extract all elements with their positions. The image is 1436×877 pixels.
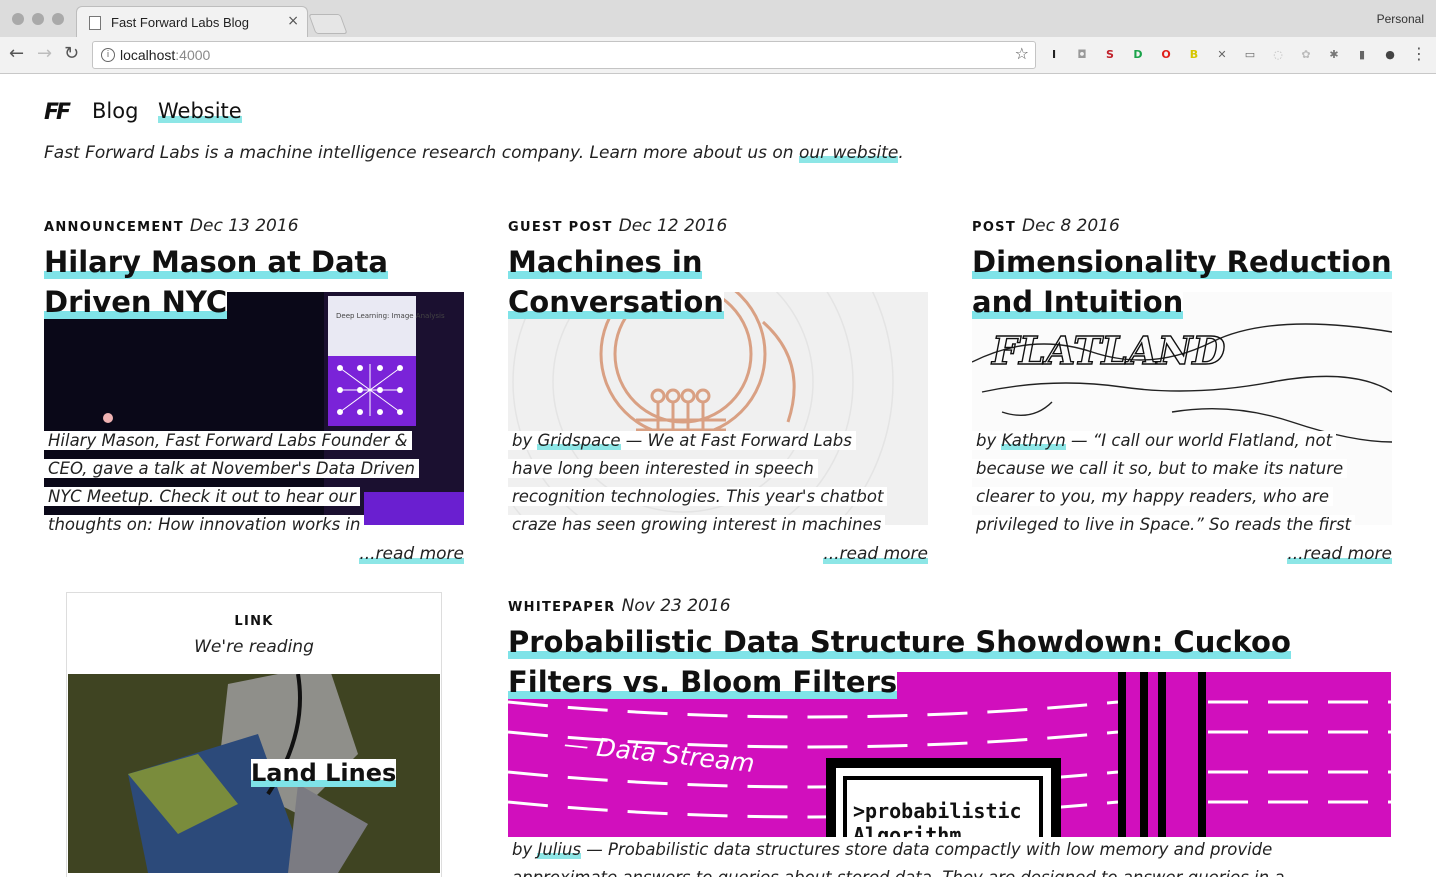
- post-title[interactable]: Probabilistic Data Structure Showdown: C…: [508, 622, 1398, 702]
- pdf-icon[interactable]: ▮: [1354, 47, 1370, 63]
- url-host: localhost: [120, 47, 176, 63]
- opera-icon[interactable]: O: [1158, 47, 1174, 63]
- by-label: by: [512, 840, 538, 859]
- instapaper-icon[interactable]: I: [1046, 47, 1062, 63]
- chrome-menu-icon[interactable]: ⋮: [1411, 44, 1427, 63]
- nav-blog-link[interactable]: Blog: [92, 99, 138, 123]
- author-link[interactable]: Kathryn: [1001, 431, 1066, 450]
- post-title[interactable]: Machines in Conversation: [508, 242, 928, 322]
- post-title-text: Hilary Mason at Data Driven NYC: [44, 245, 388, 319]
- by-label: by: [512, 431, 538, 450]
- post-date: Dec 12 2016: [618, 216, 728, 236]
- post-title[interactable]: Hilary Mason at Data Driven NYC: [44, 242, 464, 322]
- excerpt-line: because we call it so, but to make its n…: [972, 459, 1348, 478]
- our-website-link[interactable]: our website: [798, 143, 899, 163]
- post-excerpt: by Kathryn — “I call our world Flatland,…: [972, 427, 1392, 539]
- pin-icon[interactable]: ✕: [1214, 47, 1230, 63]
- post-title-text: Probabilistic Data Structure Showdown: C…: [508, 625, 1291, 699]
- art-box-label: >probabilistic: [853, 799, 1022, 823]
- read-more-link[interactable]: ...read more: [1287, 544, 1392, 564]
- close-window-icon[interactable]: [12, 13, 24, 25]
- page-content: FF Blog Website Fast Forward Labs is a m…: [0, 74, 1436, 877]
- nav-website-link[interactable]: Website: [158, 99, 242, 123]
- by-label: by: [976, 431, 1002, 450]
- link-subtitle: We're reading: [194, 637, 314, 657]
- read-more-link[interactable]: ...read more: [359, 544, 464, 564]
- post-kind: POST: [972, 220, 1017, 235]
- post-excerpt: by Gridspace — We at Fast Forward Labs h…: [508, 427, 928, 539]
- excerpt-line: approximate answers to queries about sto…: [508, 868, 1289, 877]
- post-title[interactable]: Dimensionality Reduction and Intuition: [972, 242, 1392, 322]
- excerpt-line: CEO, gave a talk at November's Data Driv…: [44, 459, 419, 478]
- forward-arrow-icon[interactable]: →: [37, 43, 52, 64]
- excerpt-lead: — We at Fast Forward Labs: [620, 431, 852, 450]
- post-meta: ANNOUNCEMENT Dec 13 2016: [44, 216, 299, 236]
- cast-icon[interactable]: ▭: [1242, 47, 1258, 63]
- excerpt-line: NYC Meetup. Check it out to hear our: [44, 487, 360, 506]
- bug-icon[interactable]: ✱: [1326, 47, 1342, 63]
- post-kind: GUEST POST: [508, 220, 613, 235]
- art-box-label-2: Algorithm: [853, 823, 961, 837]
- page-icon: [89, 16, 101, 30]
- tagline: Fast Forward Labs is a machine intellige…: [44, 143, 904, 163]
- b-extension-icon[interactable]: B: [1186, 47, 1202, 63]
- flatland-word: FLATLAND: [991, 328, 1225, 373]
- browser-toolbar: ← → ↻ i localhost:4000 ☆ I ◘ S D O B ✕ ▭ ◌ ✿ ✱ ▮ ● ⋮: [0, 37, 1436, 74]
- tagline-text: Fast Forward Labs is a machine intellige…: [44, 143, 799, 163]
- post-title-text: Machines in Conversation: [508, 245, 724, 319]
- author-link[interactable]: Julius: [537, 840, 582, 859]
- info-icon[interactable]: i: [101, 48, 115, 62]
- ff-logo[interactable]: FF: [44, 100, 71, 125]
- post-date: Dec 8 2016: [1022, 216, 1120, 236]
- excerpt-line: have long been interested in speech: [508, 459, 818, 478]
- nav-website-label: Website: [158, 99, 242, 123]
- excerpt-lead: — “I call our world Flatland, not: [1065, 431, 1333, 450]
- excerpt-line: recognition technologies. This year's ch…: [508, 487, 888, 506]
- post-meta: POST Dec 8 2016: [972, 216, 1120, 236]
- post-excerpt: by Julius — Probabilistic data structure…: [508, 836, 1398, 877]
- url-port: :4000: [175, 47, 211, 63]
- tagline-period: .: [898, 143, 904, 163]
- author-link[interactable]: Gridspace: [537, 431, 621, 450]
- close-tab-icon[interactable]: ×: [287, 13, 299, 29]
- post-meta: WHITEPAPER Nov 23 2016: [508, 596, 731, 616]
- s-extension-icon[interactable]: S: [1102, 47, 1118, 63]
- post-kind: WHITEPAPER: [508, 600, 616, 615]
- browser-tab[interactable]: Fast Forward Labs Blog ×: [76, 6, 308, 38]
- green-d-extension-icon[interactable]: D: [1130, 47, 1146, 63]
- minimize-window-icon[interactable]: [32, 13, 44, 25]
- link-kind: LINK: [234, 614, 274, 629]
- post-meta: GUEST POST Dec 12 2016: [508, 216, 727, 236]
- back-arrow-icon[interactable]: ←: [9, 43, 24, 64]
- gear-extension-icon[interactable]: ✿: [1298, 47, 1314, 63]
- new-tab-button[interactable]: [308, 14, 348, 34]
- link-title-text: Land Lines: [251, 759, 397, 787]
- profile-button[interactable]: Personal: [1377, 12, 1424, 26]
- browser-tab-bar: Fast Forward Labs Blog × Personal: [0, 0, 1436, 38]
- ninja-icon[interactable]: ●: [1382, 47, 1398, 63]
- reload-icon[interactable]: ↻: [64, 43, 79, 64]
- camera-icon[interactable]: ◘: [1074, 47, 1090, 63]
- bookmark-star-icon[interactable]: ☆: [1015, 44, 1029, 63]
- post-kind: ANNOUNCEMENT: [44, 220, 184, 235]
- read-more-link[interactable]: ...read more: [823, 544, 928, 564]
- post-date: Nov 23 2016: [621, 596, 731, 616]
- excerpt-line: craze has seen growing interest in machi…: [508, 515, 886, 534]
- post-title-text: Dimensionality Reduction and Intuition: [972, 245, 1392, 319]
- link-card[interactable]: LINK We're reading Land Lines: [66, 592, 442, 877]
- excerpt-line: thoughts on: How innovation works in: [44, 515, 365, 534]
- link-title[interactable]: Land Lines: [251, 759, 397, 787]
- excerpt-line: Hilary Mason, Fast Forward Labs Founder …: [44, 431, 412, 450]
- post-excerpt: Hilary Mason, Fast Forward Labs Founder …: [44, 427, 464, 539]
- excerpt-lead: — Probabilistic data structures store da…: [581, 840, 1273, 859]
- address-bar[interactable]: i localhost:4000 ☆: [92, 41, 1036, 69]
- url-text[interactable]: localhost:4000: [120, 47, 210, 63]
- excerpt-line: privileged to live in Space.” So reads t…: [972, 515, 1356, 534]
- circle-extension-icon[interactable]: ◌: [1270, 47, 1286, 63]
- zoom-window-icon[interactable]: [52, 13, 64, 25]
- excerpt-line: clearer to you, my happy readers, who ar…: [972, 487, 1333, 506]
- post-date: Dec 13 2016: [189, 216, 299, 236]
- tab-title: Fast Forward Labs Blog: [111, 15, 250, 30]
